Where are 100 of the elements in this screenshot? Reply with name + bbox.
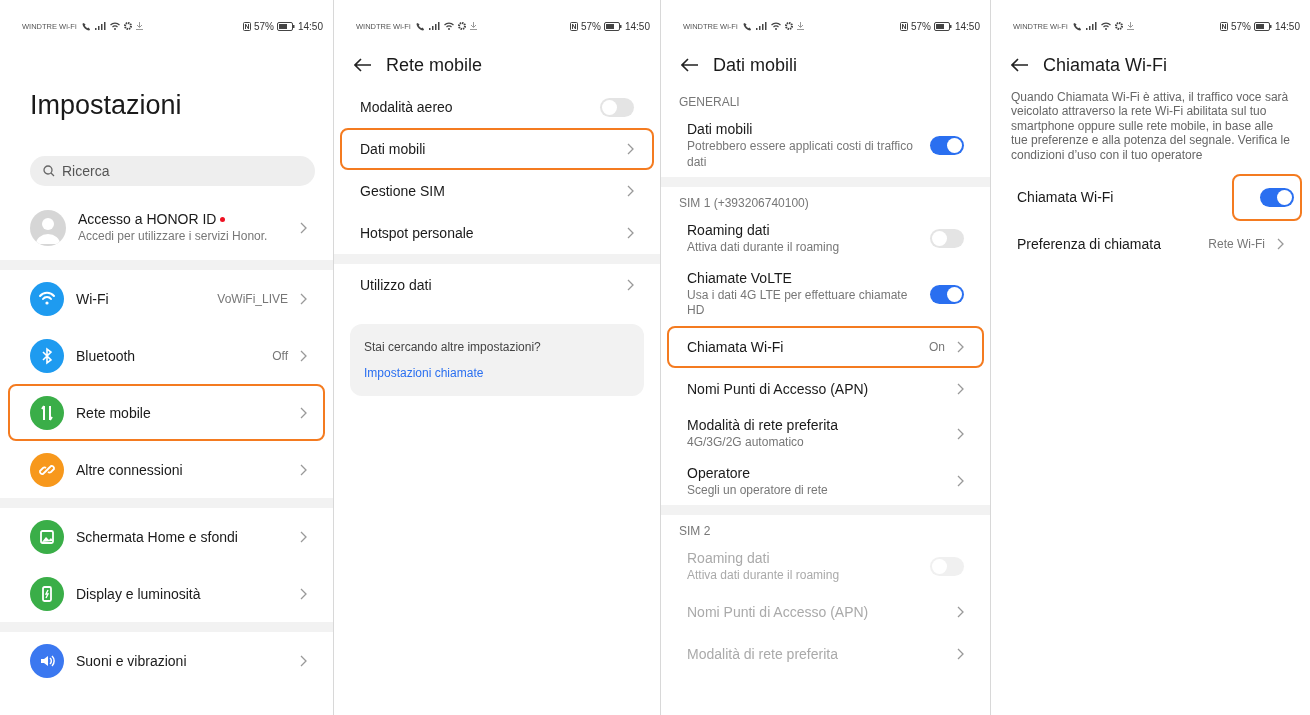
- download-icon: [1126, 22, 1134, 30]
- toggle-switch[interactable]: [1260, 187, 1294, 207]
- search-icon: [43, 165, 55, 177]
- chevron-icon: [300, 587, 307, 600]
- battery-icon: [276, 21, 295, 31]
- settings-row[interactable]: Display e luminosità: [8, 565, 325, 622]
- chevron-icon: [300, 463, 307, 476]
- chevron-icon: [627, 143, 634, 155]
- chevron-icon: [300, 349, 307, 362]
- setting-label: Utilizzo dati: [360, 277, 432, 293]
- chevron-icon: [300, 530, 307, 543]
- settings-row[interactable]: Dati mobili: [340, 128, 654, 170]
- settings-row[interactable]: Chiamate VoLTE Usa i dati 4G LTE per effettuare chiamate HD: [667, 262, 984, 326]
- page-title: Impostazioni: [30, 90, 183, 122]
- wifi-icon: [770, 22, 781, 30]
- settings-row[interactable]: Dati mobili Potrebbero essere applicati costi di traffico dati: [667, 114, 984, 178]
- wifi-icon: [443, 22, 454, 30]
- setting-description: Attiva dati durante il roaming: [687, 240, 841, 256]
- setting-value: Rete Wi-Fi: [1208, 236, 1265, 251]
- settings-row[interactable]: Suoni e vibrazioni: [8, 632, 325, 689]
- chevron-icon: [300, 654, 307, 667]
- back-arrow-icon[interactable]: [354, 58, 372, 72]
- gear-icon: [1114, 22, 1123, 30]
- setting-label: Suoni e vibrazioni: [76, 652, 187, 669]
- wifi-call-icon: [81, 21, 91, 31]
- setting-description: Attiva dati durante il roaming: [687, 568, 841, 584]
- gear-icon: [123, 22, 132, 30]
- account-row[interactable]: Accesso a HONOR ID Accedi per utilizzare i servizi Honor.: [8, 196, 325, 260]
- toggle-switch[interactable]: [930, 136, 964, 156]
- section-header: SIM 1 (+393206740100): [678, 195, 810, 213]
- setting-label: Altre connessioni: [76, 461, 183, 478]
- chevron-icon: [957, 605, 964, 618]
- settings-row[interactable]: Chiamata Wi-Fi On: [667, 325, 984, 368]
- back-arrow-icon[interactable]: [681, 58, 699, 72]
- setting-label: Dati mobili: [687, 121, 753, 137]
- toggle-switch[interactable]: [930, 229, 964, 249]
- clock-time: 14:50: [624, 20, 650, 32]
- signal-icon: [428, 22, 440, 30]
- nfc-icon: [899, 21, 908, 31]
- setting-label: Accesso a HONOR ID: [78, 211, 217, 228]
- wifi-call-icon: [742, 21, 752, 31]
- page-title: Chiamata Wi-Fi: [1043, 54, 1167, 76]
- settings-row[interactable]: Wi-Fi VoWiFi_LIVE: [8, 270, 325, 327]
- setting-value: On: [929, 339, 945, 354]
- avatar-icon: [30, 210, 66, 246]
- toggle-switch[interactable]: [600, 97, 634, 117]
- setting-label: Wi-Fi: [76, 290, 109, 307]
- settings-row[interactable]: Nomi Punti di Accesso (APN): [667, 367, 984, 410]
- setting-label: Rete mobile: [76, 404, 151, 421]
- setting-label: Roaming dati: [687, 550, 770, 567]
- settings-row[interactable]: Schermata Home e sfondi: [8, 508, 325, 565]
- setting-value: Off: [272, 348, 288, 363]
- clock-time: 14:50: [297, 20, 323, 32]
- setting-description: Potrebbero essere applicati costi di traffico dati: [687, 139, 914, 171]
- settings-row[interactable]: Preferenza di chiamata Rete Wi-Fi: [997, 222, 1304, 265]
- settings-row[interactable]: Modalità aereo: [340, 86, 654, 128]
- setting-description: Accedi per utilizzare i servizi Honor.: [78, 229, 269, 245]
- settings-row[interactable]: Bluetooth Off: [8, 327, 325, 384]
- chevron-icon: [1277, 237, 1284, 250]
- settings-row[interactable]: Modalità di rete preferita 4G/3G/2G automatico: [667, 409, 984, 458]
- setting-value: VoWiFi_LIVE: [217, 291, 288, 306]
- setting-description: 4G/3G/2G automatico: [687, 434, 805, 451]
- setting-label: Preferenza di chiamata: [1017, 235, 1161, 252]
- setting-label: Gestione SIM: [360, 183, 445, 199]
- settings-row[interactable]: Chiamata Wi-Fi: [997, 171, 1304, 223]
- settings-row[interactable]: Utilizzo dati: [340, 264, 654, 306]
- search-field[interactable]: Ricerca: [30, 156, 315, 186]
- wifi-call-icon: [1072, 21, 1082, 31]
- clock-time: 14:50: [1274, 20, 1300, 32]
- settings-row[interactable]: Altre connessioni: [8, 441, 325, 498]
- battery-percent: 57%: [910, 20, 931, 32]
- settings-row[interactable]: Gestione SIM: [340, 170, 654, 212]
- battery-icon: [1253, 21, 1272, 31]
- back-arrow-icon[interactable]: [1011, 58, 1029, 72]
- chevron-icon: [627, 227, 634, 239]
- page-title: Rete mobile: [386, 54, 483, 76]
- setting-label: Schermata Home e sfondi: [76, 528, 238, 545]
- setting-label: Modalità aereo: [360, 99, 453, 115]
- signal-icon: [755, 22, 767, 30]
- settings-row[interactable]: Hotspot personale: [340, 212, 654, 254]
- nfc-icon: [569, 21, 578, 31]
- setting-label: Nomi Punti di Accesso (APN): [687, 603, 869, 620]
- settings-row[interactable]: Rete mobile: [8, 384, 325, 441]
- settings-row[interactable]: Roaming dati Attiva dati durante il roaming: [667, 215, 984, 263]
- chevron-icon: [957, 382, 964, 395]
- nfc-icon: [1219, 21, 1228, 31]
- setting-label: Nomi Punti di Accesso (APN): [687, 380, 869, 397]
- call-settings-link[interactable]: Impostazioni chiamate: [364, 366, 630, 380]
- settings-row[interactable]: Operatore Scegli un operatore di rete: [667, 457, 984, 506]
- toggle-switch[interactable]: [930, 284, 964, 304]
- setting-label: Chiamate VoLTE: [687, 269, 792, 286]
- page-title: Dati mobili: [713, 54, 798, 76]
- nfc-icon: [242, 21, 251, 31]
- description-text: Quando Chiamata Wi-Fi è attiva, il traffico voce sarà veicolato attraverso la rete Wi-Fi abilitata sul tuo smartphone oppure sulle rete mobile, in base alle tue preferenze e alla potenza del segnale. Verifica le condizioni d’uso con il tuo operatore: [1010, 89, 1291, 164]
- setting-label: Display e luminosità: [76, 585, 201, 602]
- battery-percent: 57%: [1230, 20, 1251, 32]
- battery-percent: 57%: [580, 20, 601, 32]
- chevron-icon: [300, 406, 307, 419]
- chevron-icon: [957, 340, 964, 353]
- section-header: GENERALI: [678, 94, 741, 111]
